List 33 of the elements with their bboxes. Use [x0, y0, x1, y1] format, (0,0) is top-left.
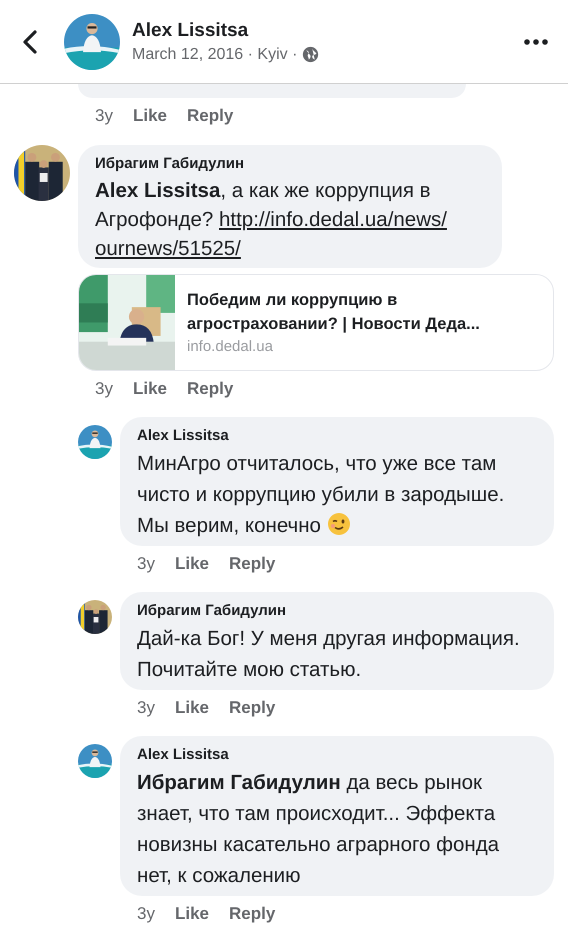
comment-age: 3y: [95, 105, 113, 128]
reply-link[interactable]: Reply: [229, 901, 276, 927]
like-link[interactable]: Like: [174, 901, 209, 927]
comment-text: Alex Lissitsa, а как же коррупция в Агрофонде? http://info.dedal.ua/news/ ournews/51525/: [95, 178, 448, 262]
comment-link[interactable]: ournews/51525/: [95, 237, 241, 260]
comment-age: 3y: [137, 903, 155, 926]
author-name[interactable]: Alex Lissitsa: [132, 18, 320, 44]
like-link[interactable]: Like: [174, 695, 209, 721]
like-link[interactable]: Like: [132, 376, 167, 402]
reply-link[interactable]: Reply: [229, 695, 276, 721]
preview-title: Победим ли коррупцию в агростраховании? | Новости Деда...: [187, 290, 481, 335]
reply-link[interactable]: Reply: [229, 551, 276, 577]
preview-domain: info.dedal.ua: [187, 336, 274, 356]
comment-text: Дай-ка Бог! У меня другая информация. Почитайте мою статью.: [137, 626, 521, 683]
comment-text: МинАгро отчиталось, что уже все там чисто и коррупцию убили в зародыше. Мы верим, конечно: [137, 451, 506, 539]
commenter-name[interactable]: Alex Lissitsa: [137, 426, 537, 446]
comment-age: 3y: [95, 378, 113, 400]
comment-text: Ибрагим Габидулин да весь рынок знает, что там происходит... Эффекта новизны касательно аграрного фонда нет, к сожалению: [137, 770, 500, 889]
reply-link[interactable]: Reply: [187, 376, 234, 402]
reply-link[interactable]: Reply: [187, 103, 234, 129]
comment-age: 3y: [137, 697, 155, 720]
commenter-name[interactable]: Alex Lissitsa: [137, 745, 537, 765]
link-preview-card[interactable]: Победим ли коррупцию в агростраховании? | Новости Деда... info.dedal.ua: [78, 274, 554, 371]
back-icon[interactable]: [22, 30, 38, 54]
commenter-name[interactable]: Ибрагим Габидулин: [95, 154, 485, 174]
like-link[interactable]: Like: [174, 551, 209, 577]
commenter-name[interactable]: Ибрагим Габидулин: [137, 601, 537, 621]
like-link[interactable]: Like: [132, 103, 167, 129]
globe-icon: [302, 46, 320, 63]
post-meta: March 12, 2016 · Kyiv ·: [132, 44, 298, 64]
comment-link[interactable]: http://info.dedal.ua/news/: [219, 208, 447, 231]
more-icon[interactable]: [524, 38, 548, 44]
comment-age: 3y: [137, 553, 155, 576]
